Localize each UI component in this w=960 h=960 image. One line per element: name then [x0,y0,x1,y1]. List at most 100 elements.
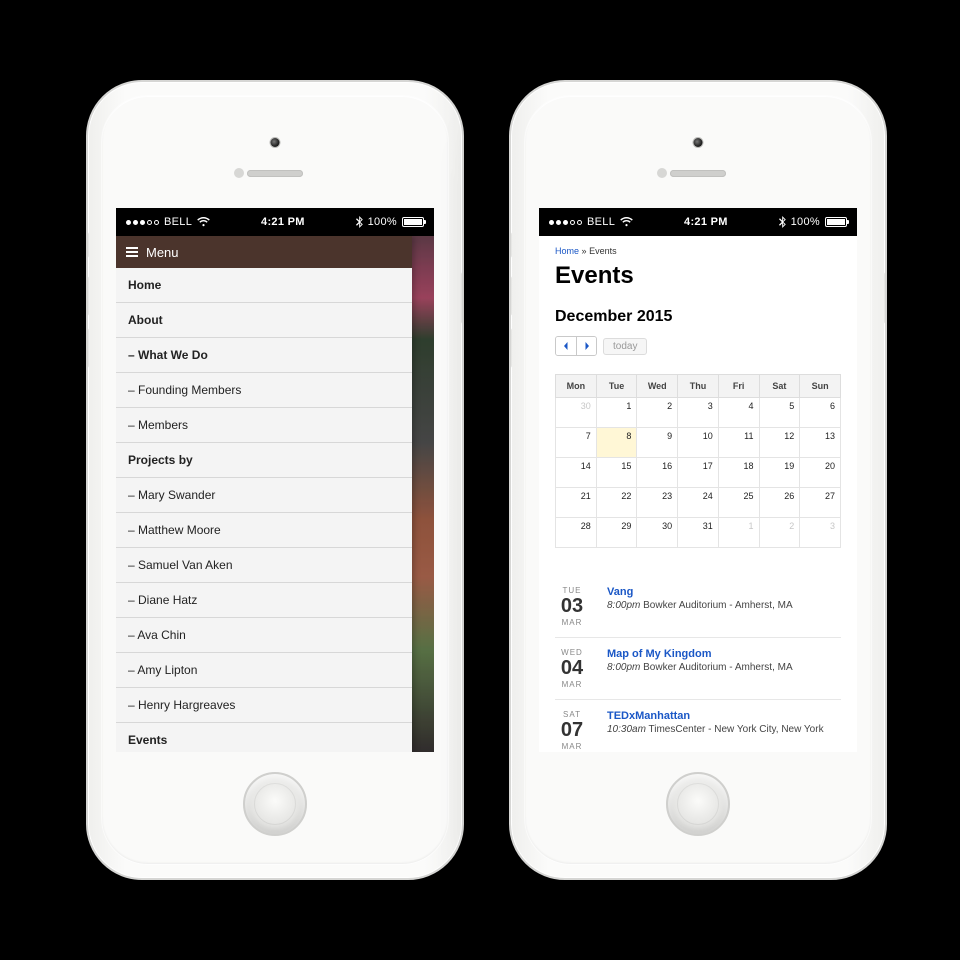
calendar-day-cell[interactable]: 30 [556,398,597,428]
camera-icon [271,138,280,147]
event-dow: SAT [555,710,589,719]
calendar-day-cell[interactable]: 26 [759,488,800,518]
event-meta: 8:00pm Bowker Auditorium - Amherst, MA [607,600,793,611]
calendar-day-cell[interactable]: 4 [718,398,759,428]
calendar-day-cell[interactable]: 2 [637,398,678,428]
event-date: WED04MAR [555,648,589,689]
calendar-header-cell: Sun [800,375,841,398]
volume-up-button [86,276,89,316]
calendar-day-cell[interactable]: 3 [678,398,719,428]
calendar-day-cell[interactable]: 16 [637,458,678,488]
calendar-day-cell[interactable]: 15 [596,458,637,488]
page-title: Events [555,262,841,290]
menu-item[interactable]: – Matthew Moore [116,513,412,548]
calendar-day-cell[interactable]: 8 [596,428,637,458]
calendar-day-cell[interactable]: 1 [596,398,637,428]
hamburger-icon [126,247,138,257]
mute-switch [509,232,512,258]
event-day: 04 [555,658,589,679]
calendar-day-cell[interactable]: 19 [759,458,800,488]
background-image-strip [412,236,434,752]
event-day: 07 [555,720,589,741]
menu-item[interactable]: Events [116,723,412,752]
menu-item[interactable]: – Founding Members [116,373,412,408]
carrier-label: BELL [587,216,615,228]
calendar-day-cell[interactable]: 22 [596,488,637,518]
event-title-link[interactable]: Map of My Kingdom [607,648,793,660]
menu-item[interactable]: – Ava Chin [116,618,412,653]
battery-icon [825,217,847,227]
calendar-today-button[interactable]: today [603,338,647,355]
event-date: TUE03MAR [555,586,589,627]
calendar-day-cell[interactable]: 5 [759,398,800,428]
home-button[interactable] [243,772,307,836]
menu-item[interactable]: – Diane Hatz [116,583,412,618]
menu-list: HomeAbout– What We Do– Founding Members–… [116,268,412,752]
menu-item[interactable]: Projects by [116,443,412,478]
home-button[interactable] [666,772,730,836]
calendar-day-cell[interactable]: 6 [800,398,841,428]
calendar-day-cell[interactable]: 20 [800,458,841,488]
menu-item[interactable]: – Samuel Van Aken [116,548,412,583]
status-time: 4:21 PM [261,216,305,228]
calendar-day-cell[interactable]: 10 [678,428,719,458]
event-date: SAT07MAR [555,710,589,751]
sensor-icon [234,168,244,178]
power-button [461,272,464,324]
calendar-day-cell[interactable]: 7 [556,428,597,458]
breadcrumb-home-link[interactable]: Home [555,246,579,256]
calendar-day-cell[interactable]: 2 [759,518,800,548]
calendar-controls: today [555,336,841,356]
calendar-day-cell[interactable]: 25 [718,488,759,518]
calendar-day-cell[interactable]: 1 [718,518,759,548]
calendar-next-button[interactable] [576,337,596,355]
calendar-month-label: December 2015 [555,308,841,326]
menu-item[interactable]: – Members [116,408,412,443]
calendar-day-cell[interactable]: 24 [678,488,719,518]
battery-icon [402,217,424,227]
calendar-day-cell[interactable]: 30 [637,518,678,548]
event-row[interactable]: TUE03MAR Vang 8:00pm Bowker Auditorium - A… [555,576,841,638]
calendar-day-cell[interactable]: 29 [596,518,637,548]
event-row[interactable]: WED04MAR Map of My Kingdom 8:00pm Bowker A… [555,638,841,700]
bluetooth-icon [779,216,786,228]
event-month: MAR [555,680,589,689]
power-button [884,272,887,324]
menu-item[interactable]: – Amy Lipton [116,653,412,688]
calendar-day-cell[interactable]: 18 [718,458,759,488]
calendar-prev-button[interactable] [556,337,576,355]
breadcrumb: Home » Events [555,246,841,256]
calendar-day-cell[interactable]: 28 [556,518,597,548]
calendar-day-cell[interactable]: 11 [718,428,759,458]
event-row[interactable]: SAT07MARTEDxManhattan10:30am TimesCenter… [555,700,841,752]
menu-item[interactable]: – What We Do [116,338,412,373]
calendar-day-cell[interactable]: 9 [637,428,678,458]
calendar-day-cell[interactable]: 12 [759,428,800,458]
menu-item[interactable]: – Henry Hargreaves [116,688,412,723]
event-meta: 8:00pm Bowker Auditorium - Amherst, MA [607,662,793,673]
signal-dots-icon [549,220,582,225]
menu-header[interactable]: Menu [116,236,412,268]
calendar-day-cell[interactable]: 23 [637,488,678,518]
calendar-day-cell[interactable]: 27 [800,488,841,518]
calendar-day-cell[interactable]: 21 [556,488,597,518]
calendar-header-cell: Fri [718,375,759,398]
calendar-day-cell[interactable]: 3 [800,518,841,548]
earpiece-speaker [670,170,726,177]
calendar-day-cell[interactable]: 14 [556,458,597,488]
calendar-day-cell[interactable]: 31 [678,518,719,548]
nav-menu-panel: Menu HomeAbout– What We Do– Founding Mem… [116,236,412,752]
event-title-link[interactable]: Vang [607,586,793,598]
calendar-day-cell[interactable]: 13 [800,428,841,458]
calendar-day-cell[interactable]: 17 [678,458,719,488]
event-dow: TUE [555,586,589,595]
calendar-grid: MonTueWedThuFriSatSun 301234567891011121… [555,374,841,548]
breadcrumb-separator: » [582,246,587,256]
menu-item[interactable]: About [116,303,412,338]
menu-item[interactable]: Home [116,268,412,303]
event-title-link[interactable]: TEDxManhattan [607,710,824,722]
menu-item[interactable]: – Mary Swander [116,478,412,513]
wifi-icon [620,217,633,227]
calendar-header-cell: Mon [556,375,597,398]
calendar-header-cell: Wed [637,375,678,398]
